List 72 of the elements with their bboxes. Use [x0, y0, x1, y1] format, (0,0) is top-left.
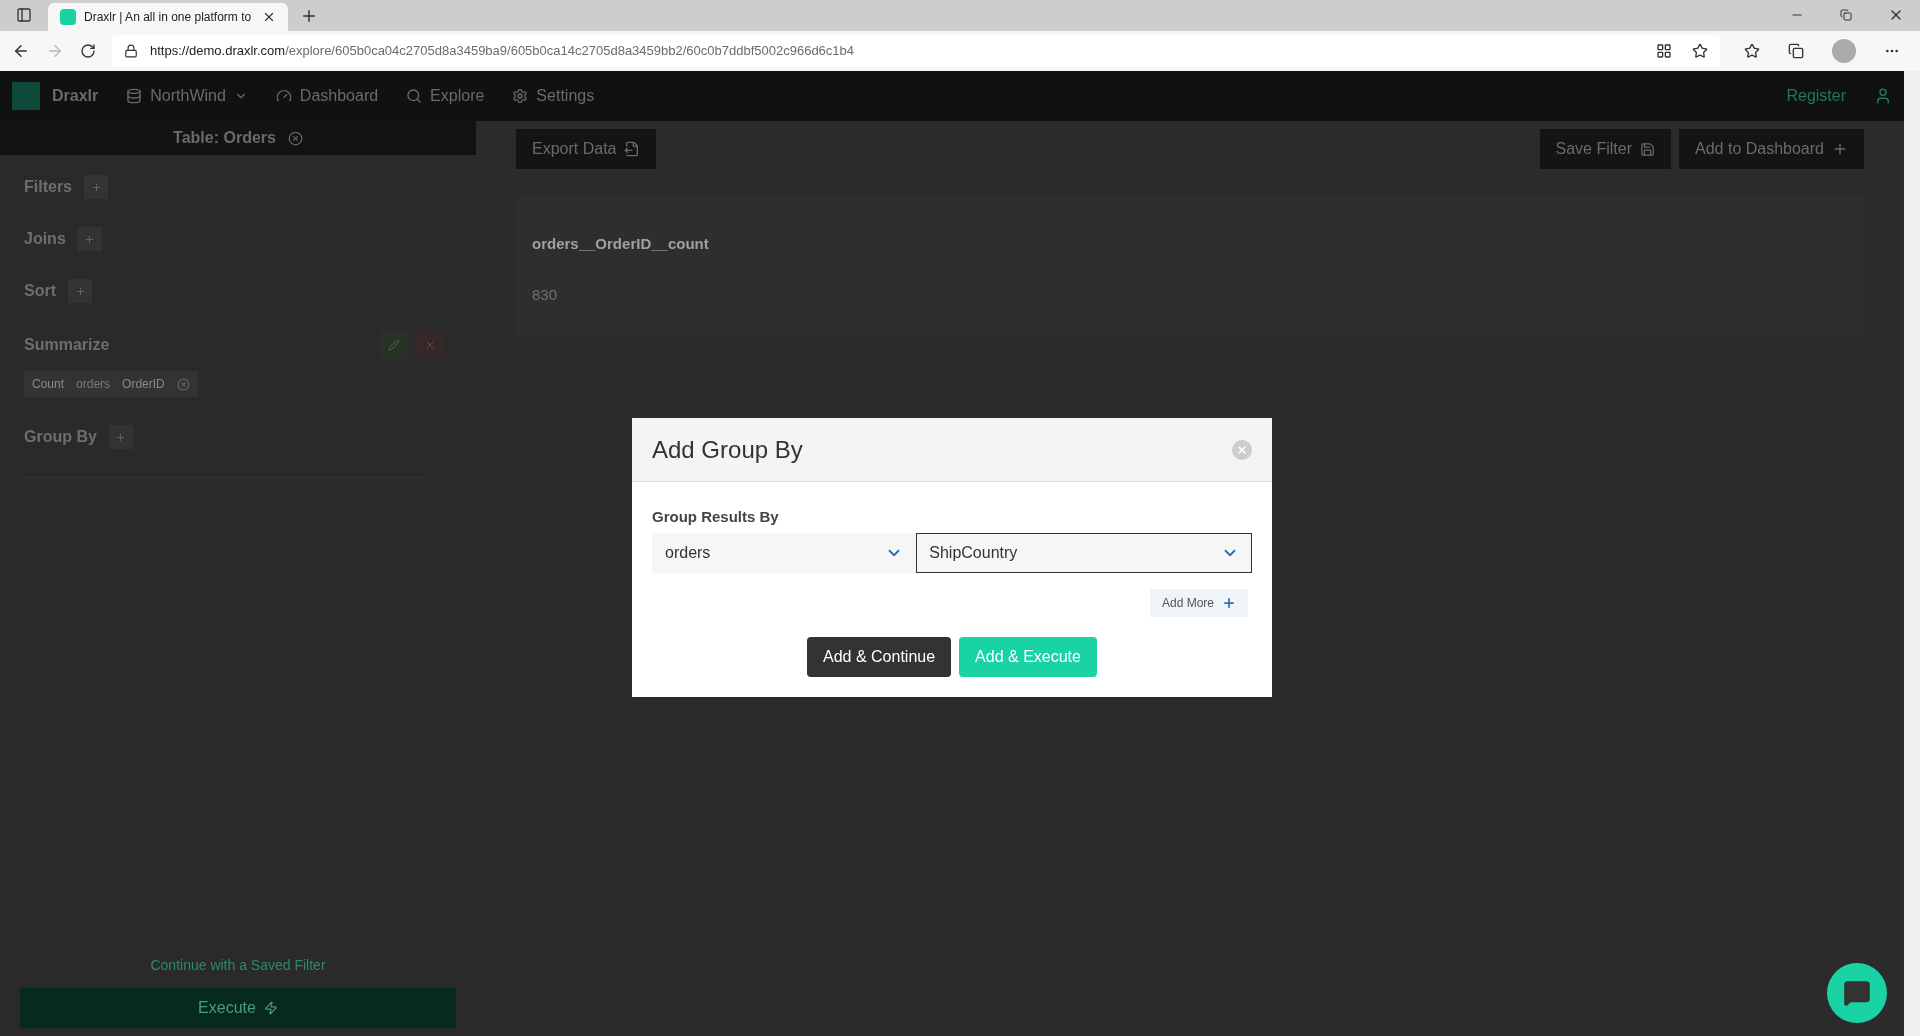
brand-name: Draxlr [52, 86, 99, 106]
plus-icon [115, 431, 127, 443]
save-filter-button[interactable]: Save Filter [1539, 129, 1671, 169]
search-icon [406, 88, 423, 104]
favorite-icon[interactable] [1692, 43, 1708, 59]
plus-icon [90, 181, 102, 193]
nav-link[interactable]: Explore [430, 84, 485, 108]
table-cell-text: 830 [532, 284, 559, 305]
select-field[interactable]: orders [652, 532, 917, 573]
remove-icon[interactable] [287, 130, 303, 146]
add-button[interactable] [84, 175, 108, 199]
saved-filter-link[interactable]: Continue with a Saved Filter [150, 955, 326, 976]
user-icon[interactable] [1874, 87, 1892, 105]
section-title: Joins [24, 229, 66, 249]
browser-tab[interactable]: Draxlr | An all in one platform to [48, 3, 288, 31]
collections-icon[interactable] [1788, 43, 1804, 59]
url-text: https://demo.draxlr.com/explore/605b0ca04c2705d8a3459ba9/605b0ca14c2705d8a3459bb2/60c0b7ddbf5002c966d6c1b4 [150, 42, 855, 61]
add-button[interactable] [108, 425, 133, 449]
section-title: Group By [24, 427, 97, 447]
export-icon [624, 141, 641, 157]
logo-icon [12, 82, 40, 110]
dialog-button[interactable]: Add & Continue [807, 636, 952, 677]
tab-title: Draxlr | An all in one platform to [84, 9, 253, 26]
plus-icon [1832, 141, 1848, 157]
table-title: Table: Orders [173, 128, 276, 148]
restore-icon[interactable] [1840, 9, 1852, 21]
register-link[interactable]: Register [1786, 84, 1846, 108]
gauge-icon [275, 88, 292, 104]
close-icon [424, 339, 436, 351]
back-icon[interactable] [12, 42, 30, 60]
add-button[interactable] [68, 279, 92, 303]
dialog-button[interactable]: Add & Execute [959, 636, 1097, 677]
close-icon [1236, 443, 1248, 456]
section-title: Summarize [24, 335, 110, 355]
field-label: Group Results By [652, 507, 780, 527]
chat-icon [1843, 979, 1871, 1007]
export-button[interactable]: Export Data [516, 129, 657, 169]
sidebar-toggle-icon[interactable] [16, 7, 32, 23]
add-to-dashboard-button[interactable]: Add to Dashboard [1679, 129, 1864, 169]
add-button[interactable] [77, 227, 102, 251]
reload-icon[interactable] [80, 43, 96, 59]
add-more-button[interactable]: Add More [1149, 588, 1248, 617]
settings-icon [512, 88, 529, 104]
chip-text: Count [32, 376, 65, 393]
column-header: orders__OrderID__count [532, 234, 710, 254]
save-icon [1640, 141, 1655, 157]
close-icon[interactable] [262, 10, 276, 24]
apps-icon[interactable] [1656, 43, 1672, 59]
execute-button[interactable]: Execute [20, 988, 456, 1028]
chat-button[interactable] [1827, 963, 1887, 1023]
lock-icon [124, 44, 138, 58]
nav-link[interactable]: Settings [536, 84, 595, 108]
chip-text: orders [76, 376, 111, 393]
select-field[interactable]: ShipCountry [916, 532, 1252, 573]
pencil-icon [388, 339, 400, 351]
remove-icon[interactable] [176, 377, 190, 391]
plus-icon [84, 233, 96, 245]
database-icon [126, 88, 143, 104]
nav-link[interactable]: Dashboard [299, 84, 379, 108]
favorites-icon[interactable] [1744, 43, 1760, 59]
modal-title: Add Group By [652, 434, 803, 465]
section-title: Filters [24, 177, 72, 197]
nav-link[interactable]: NorthWind [150, 84, 226, 108]
plus-icon [74, 285, 86, 297]
section-title: Sort [24, 281, 56, 301]
profile-avatar[interactable] [1832, 39, 1856, 63]
favicon-icon [60, 9, 76, 25]
address-bar[interactable]: https://demo.draxlr.com/explore/605b0ca04c2705d8a3459ba9/605b0ca14c2705d8a3459bb2/60c0b7ddbf5002c966d6c1b4 [112, 35, 1720, 67]
bolt-icon [263, 1001, 278, 1015]
new-tab-icon[interactable] [300, 7, 318, 25]
chip-text: OrderID [122, 376, 165, 393]
plus-icon [1222, 595, 1236, 610]
